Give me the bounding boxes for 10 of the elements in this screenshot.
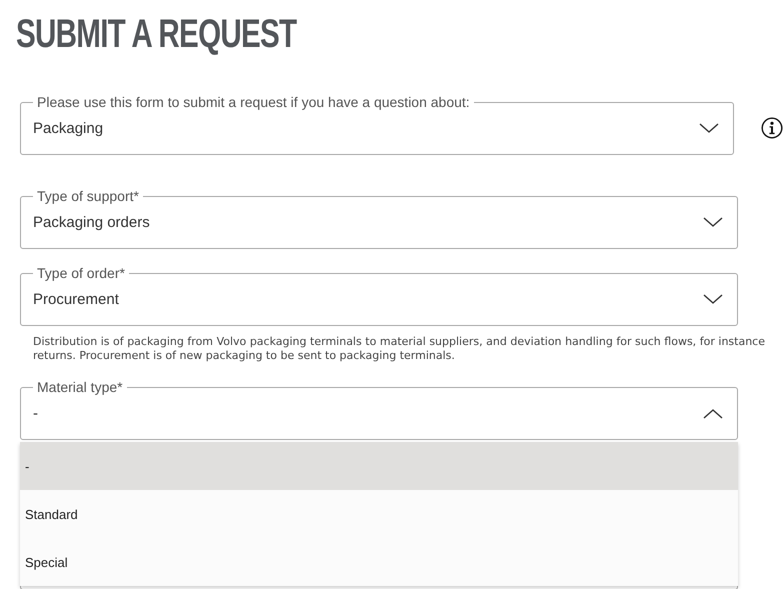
selected-value: Packaging (33, 120, 104, 136)
field-label: Type of support* (36, 188, 140, 204)
selected-value: - (33, 404, 39, 422)
field-label: Type of order* (36, 265, 126, 281)
selected-value: Procurement (33, 290, 120, 308)
field-label: Please use this form to submit a request if you have a question about: (36, 94, 471, 110)
page-title: SUBMIT A REQUEST (16, 14, 296, 54)
help-text: Distribution is of packaging from Volvo packaging terminals to material suppliers, and deviation handling for such flows, for instance returns. Procurement is of new packaging to be sent to packaging terminals. (33, 335, 765, 363)
selected-value: Packaging orders (33, 214, 151, 230)
field-label: Material type* (36, 379, 124, 395)
